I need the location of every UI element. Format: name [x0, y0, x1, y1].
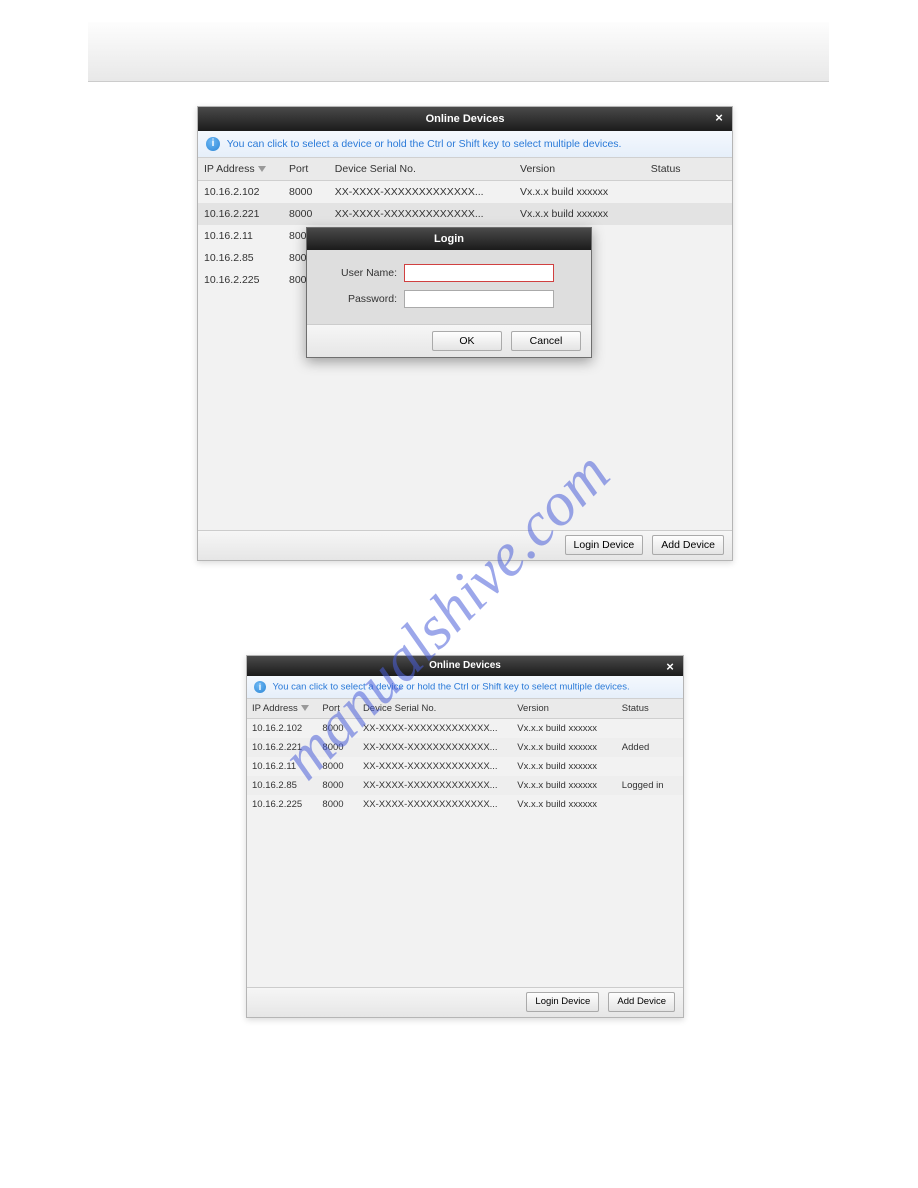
login-dialog: Login User Name: Password: OK Cancel: [306, 227, 592, 358]
close-icon[interactable]: ×: [663, 660, 677, 674]
username-label: User Name:: [325, 267, 397, 279]
col-serial-header[interactable]: Device Serial No.: [329, 158, 514, 181]
document-header-bar: [88, 22, 829, 82]
hint-bar: i You can click to select a device or ho…: [247, 676, 683, 699]
col-port-header[interactable]: Port: [317, 699, 358, 719]
add-device-button[interactable]: Add Device: [608, 992, 675, 1012]
login-body: User Name: Password:: [307, 250, 591, 324]
hint-bar: i You can click to select a device or ho…: [198, 131, 732, 158]
window-title: Online Devices: [429, 660, 501, 671]
info-icon: i: [254, 681, 266, 693]
table-row[interactable]: 10.16.2.85 8000 XX-XXXX-XXXXXXXXXXXXX...…: [247, 776, 683, 795]
window-title: Online Devices: [426, 113, 505, 125]
ok-button[interactable]: OK: [432, 331, 502, 351]
table-row[interactable]: 10.16.2.221 8000 XX-XXXX-XXXXXXXXXXXXX..…: [247, 738, 683, 757]
col-version-header[interactable]: Version: [512, 699, 617, 719]
table-row[interactable]: 10.16.2.102 8000 XX-XXXX-XXXXXXXXXXXXX..…: [198, 181, 732, 204]
table-row[interactable]: 10.16.2.225 8000 XX-XXXX-XXXXXXXXXXXXX..…: [247, 795, 683, 814]
window-titlebar: Online Devices ×: [247, 656, 683, 676]
sort-icon: [258, 166, 266, 172]
online-devices-window-2: Online Devices × i You can click to sele…: [246, 655, 684, 1018]
sort-icon: [301, 705, 309, 711]
add-device-button[interactable]: Add Device: [652, 535, 724, 555]
info-icon: i: [206, 137, 220, 151]
col-ip-header[interactable]: IP Address: [247, 699, 317, 719]
col-version-header[interactable]: Version: [514, 158, 645, 181]
username-input[interactable]: [404, 264, 554, 282]
table-row[interactable]: 10.16.2.102 8000 XX-XXXX-XXXXXXXXXXXXX..…: [247, 719, 683, 739]
login-titlebar: Login: [307, 228, 591, 250]
col-status-header[interactable]: Status: [645, 158, 732, 181]
cancel-button[interactable]: Cancel: [511, 331, 581, 351]
table-row[interactable]: 10.16.2.11 8000 XX-XXXX-XXXXXXXXXXXXX...…: [247, 757, 683, 776]
close-icon[interactable]: ×: [712, 111, 726, 125]
hint-text: You can click to select a device or hold…: [272, 682, 629, 693]
login-footer: OK Cancel: [307, 324, 591, 357]
hint-text: You can click to select a device or hold…: [227, 138, 622, 150]
online-devices-window-1: Online Devices × i You can click to sele…: [197, 106, 733, 561]
login-device-button[interactable]: Login Device: [565, 535, 644, 555]
password-input[interactable]: [404, 290, 554, 308]
window-footer: Login Device Add Device: [198, 530, 732, 560]
window-titlebar: Online Devices ×: [198, 107, 732, 131]
password-label: Password:: [325, 293, 397, 305]
col-status-header[interactable]: Status: [617, 699, 683, 719]
window-footer: Login Device Add Device: [247, 987, 683, 1017]
table-row[interactable]: 10.16.2.221 8000 XX-XXXX-XXXXXXXXXXXXX..…: [198, 203, 732, 225]
device-table: IP Address Port Device Serial No. Versio…: [247, 699, 683, 814]
col-port-header[interactable]: Port: [283, 158, 329, 181]
col-serial-header[interactable]: Device Serial No.: [358, 699, 512, 719]
col-ip-header[interactable]: IP Address: [198, 158, 283, 181]
login-device-button[interactable]: Login Device: [526, 992, 599, 1012]
